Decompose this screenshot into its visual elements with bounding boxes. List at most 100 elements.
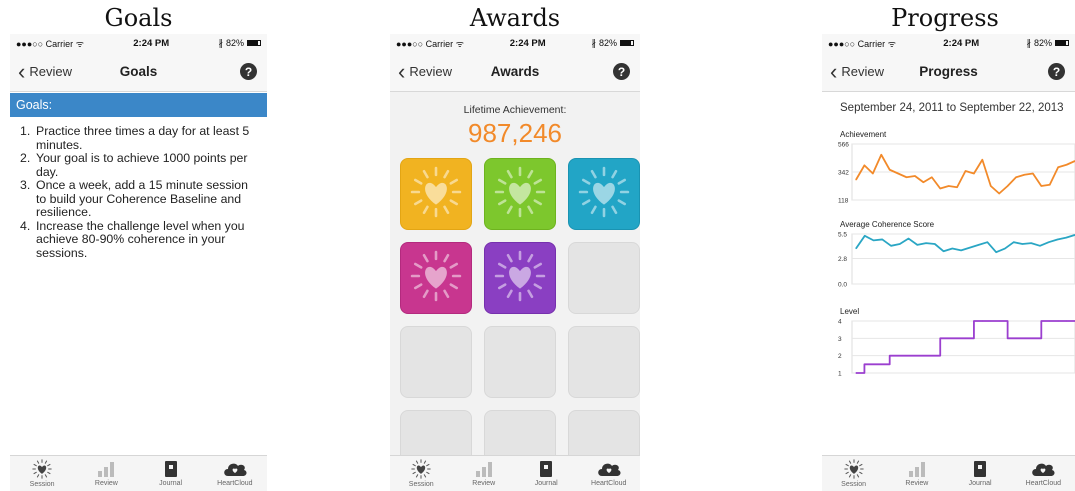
carrier-label: ●●●○○ Carrier ᯤ bbox=[16, 38, 84, 49]
data-point bbox=[939, 187, 941, 190]
data-point bbox=[1039, 245, 1041, 247]
tab-review[interactable]: Review bbox=[887, 460, 947, 487]
award-tile-earned[interactable] bbox=[484, 242, 556, 314]
awards-screen: ●●●○○ Carrier ᯤ 2:24 PM ∦ 82% ‹ Review Awa… bbox=[390, 34, 640, 491]
data-point bbox=[998, 192, 1000, 195]
award-tile-locked[interactable] bbox=[484, 326, 556, 398]
achievement-chart: 566 342 118 bbox=[838, 142, 1075, 205]
achievement-chart-title: Achievement bbox=[840, 130, 887, 139]
tab-session[interactable]: Session bbox=[824, 459, 884, 488]
series-line bbox=[856, 320, 1075, 374]
tab-label: Journal bbox=[968, 480, 992, 487]
data-point bbox=[973, 172, 975, 175]
data-point bbox=[1057, 320, 1059, 322]
goals-section-header: Goals: bbox=[10, 93, 267, 117]
tab-label: Review bbox=[94, 480, 118, 487]
data-point bbox=[1040, 320, 1042, 322]
y-tick-label: 118 bbox=[838, 198, 849, 205]
data-point bbox=[1048, 241, 1050, 243]
heart-cloud-icon bbox=[1030, 460, 1056, 478]
y-tick-label: 1 bbox=[838, 371, 842, 378]
help-icon[interactable]: ? bbox=[240, 63, 257, 80]
back-button[interactable]: ‹ Review bbox=[830, 60, 884, 83]
data-point bbox=[863, 164, 866, 166]
y-tick-label: 342 bbox=[838, 170, 849, 177]
tab-heartcloud[interactable]: HeartCloud bbox=[1013, 460, 1073, 487]
y-tick-label: 0.0 bbox=[838, 282, 847, 289]
tab-bar: Session Review Journal HeartCloud bbox=[390, 455, 640, 491]
data-point bbox=[855, 179, 857, 181]
y-tick-label: 2.8 bbox=[838, 256, 847, 263]
data-point bbox=[1065, 320, 1068, 322]
data-point bbox=[914, 355, 916, 357]
help-icon[interactable]: ? bbox=[613, 63, 630, 80]
battery-status: ∦ 82% bbox=[218, 38, 261, 49]
data-point bbox=[863, 363, 866, 365]
award-tile-locked[interactable] bbox=[400, 326, 472, 398]
carrier-label: ●●●○○ Carrier ᯤ bbox=[828, 38, 896, 49]
tab-review[interactable]: Review bbox=[454, 460, 514, 487]
data-point bbox=[956, 337, 958, 339]
tab-session[interactable]: Session bbox=[12, 459, 72, 488]
journal-icon bbox=[970, 460, 990, 478]
tab-session[interactable]: Session bbox=[391, 459, 451, 488]
heart-sun-icon bbox=[410, 166, 462, 223]
help-icon[interactable]: ? bbox=[1048, 63, 1065, 80]
data-point bbox=[969, 247, 971, 249]
data-point bbox=[907, 237, 910, 240]
award-grid bbox=[400, 158, 640, 482]
data-point bbox=[990, 185, 992, 187]
tab-label: Journal bbox=[159, 480, 183, 487]
data-point bbox=[934, 243, 936, 245]
tab-review[interactable]: Review bbox=[76, 460, 136, 487]
data-point bbox=[922, 355, 924, 357]
data-point bbox=[951, 247, 953, 250]
goals-caption: Goals bbox=[104, 4, 173, 32]
award-tile-locked[interactable] bbox=[568, 326, 640, 398]
data-point bbox=[897, 172, 899, 175]
tab-label: Session bbox=[29, 481, 55, 488]
data-point bbox=[1023, 174, 1026, 176]
data-point bbox=[990, 320, 992, 322]
data-point bbox=[995, 251, 997, 253]
tab-journal[interactable]: Journal bbox=[950, 460, 1010, 487]
data-point bbox=[931, 176, 933, 178]
list-item: 2. Your goal is to achieve 1000 points pe… bbox=[20, 151, 248, 179]
award-tile-earned[interactable] bbox=[568, 158, 640, 230]
data-point bbox=[880, 154, 882, 156]
carrier-label: ●●●○○ Carrier ᯤ bbox=[396, 38, 464, 49]
award-tile-earned[interactable] bbox=[484, 158, 556, 230]
heart-sun-icon bbox=[32, 459, 52, 479]
tab-journal[interactable]: Journal bbox=[516, 460, 576, 487]
tab-heartcloud[interactable]: HeartCloud bbox=[205, 460, 265, 487]
battery-status: ∦ 82% bbox=[1026, 38, 1069, 49]
back-button[interactable]: ‹ Review bbox=[18, 60, 72, 83]
series-line bbox=[855, 234, 1075, 254]
data-point bbox=[1023, 337, 1026, 339]
clock: 2:24 PM bbox=[943, 37, 980, 49]
award-tile-locked[interactable] bbox=[568, 242, 640, 314]
award-tile-earned[interactable] bbox=[400, 242, 472, 314]
tab-label: Session bbox=[408, 481, 434, 488]
progress-caption: Progress bbox=[891, 4, 999, 32]
tab-heartcloud[interactable]: HeartCloud bbox=[579, 460, 639, 487]
awards-caption: Awards bbox=[469, 4, 561, 32]
lifetime-label: Lifetime Achievement: bbox=[463, 104, 567, 116]
y-tick-label: 566 bbox=[838, 142, 849, 149]
y-tick-label: 3 bbox=[838, 336, 842, 343]
back-button[interactable]: ‹ Review bbox=[398, 60, 452, 83]
heart-cloud-icon bbox=[222, 460, 248, 478]
date-range: September 24, 2011 to September 22, 2013 bbox=[840, 102, 1064, 114]
goals-list: 1. Practice three times a day for at leas… bbox=[10, 117, 267, 260]
lifetime-value: 987,246 bbox=[468, 118, 562, 148]
data-point bbox=[899, 243, 901, 245]
tab-label: Session bbox=[841, 481, 867, 488]
data-point bbox=[939, 337, 941, 339]
award-tile-earned[interactable] bbox=[400, 158, 472, 230]
heart-cloud-icon bbox=[596, 460, 622, 478]
y-tick-label: 2 bbox=[838, 353, 842, 360]
status-bar: ●●●○○ Carrier ᯤ 2:24 PM ∦ 82% bbox=[390, 34, 640, 52]
data-point bbox=[905, 176, 908, 178]
tab-label: Journal bbox=[534, 480, 558, 487]
tab-journal[interactable]: Journal bbox=[141, 460, 201, 487]
